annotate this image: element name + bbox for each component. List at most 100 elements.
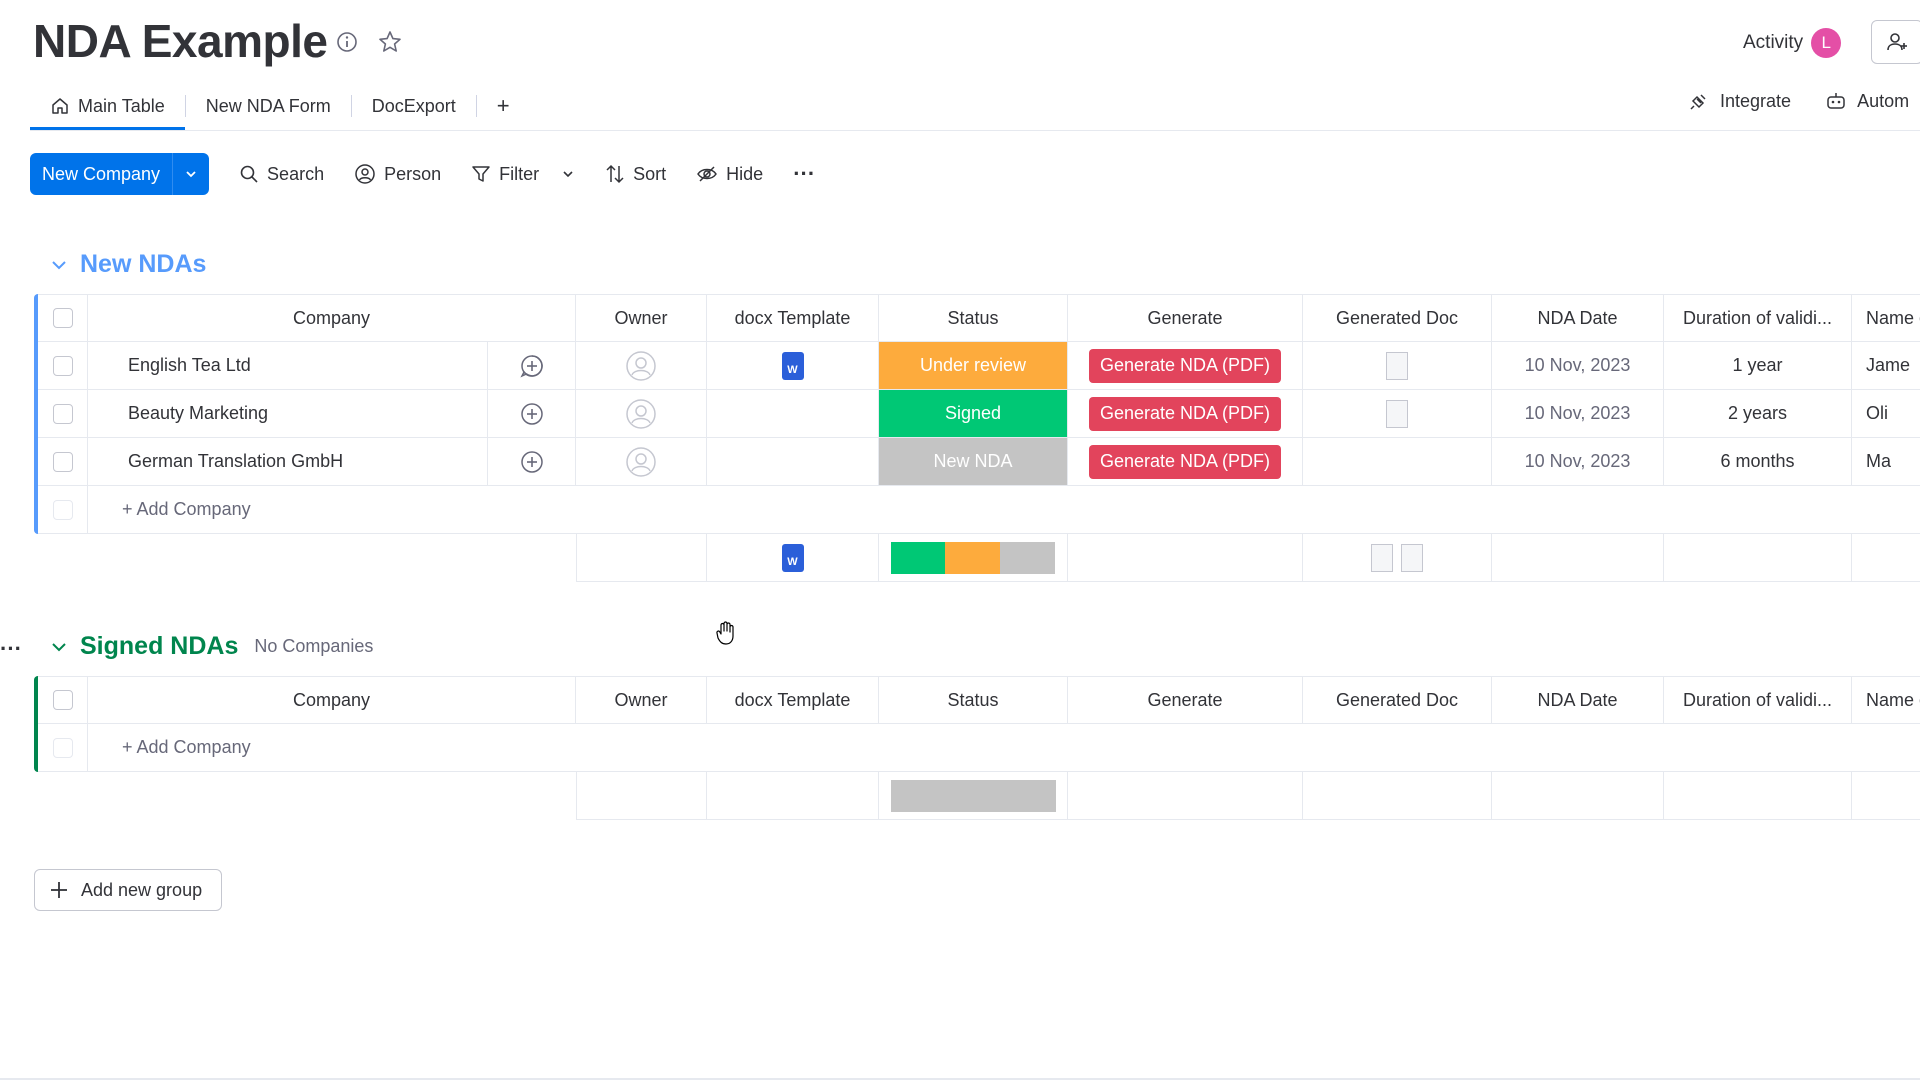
column-header-docx-template[interactable]: docx Template bbox=[707, 676, 879, 724]
column-header-company[interactable]: Company bbox=[88, 294, 576, 342]
new-company-label: New Company bbox=[42, 163, 161, 184]
row-checkbox[interactable] bbox=[52, 451, 73, 472]
column-header-nda-date[interactable]: NDA Date bbox=[1492, 294, 1664, 342]
column-header-generated-doc[interactable]: Generated Doc bbox=[1303, 294, 1492, 342]
group-menu-icon[interactable]: ··· bbox=[0, 636, 22, 662]
column-header-owner[interactable]: Owner bbox=[576, 294, 707, 342]
column-header-generated-doc[interactable]: Generated Doc bbox=[1303, 676, 1492, 724]
board-title[interactable]: NDA Example bbox=[33, 14, 328, 68]
row-checkbox[interactable] bbox=[52, 355, 73, 376]
column-header-name[interactable]: Name c bbox=[1852, 676, 1920, 724]
summary-status[interactable] bbox=[879, 534, 1068, 582]
name-cell[interactable]: Ma bbox=[1852, 438, 1920, 486]
status-cell[interactable]: Signed bbox=[879, 390, 1068, 438]
document-thumbnail-icon[interactable] bbox=[1386, 399, 1408, 428]
column-header-owner[interactable]: Owner bbox=[576, 676, 707, 724]
status-label[interactable]: Signed bbox=[879, 390, 1067, 437]
status-label[interactable]: Under review bbox=[879, 342, 1067, 389]
add-company-button[interactable]: + Add Company bbox=[88, 486, 1920, 534]
duration-cell[interactable]: 6 months bbox=[1664, 438, 1852, 486]
name-cell[interactable]: Jame bbox=[1852, 342, 1920, 390]
info-icon[interactable] bbox=[335, 30, 359, 54]
row-checkbox[interactable] bbox=[52, 403, 73, 424]
more-options-button[interactable]: ··· bbox=[793, 161, 815, 187]
column-header-company[interactable]: Company bbox=[88, 676, 576, 724]
owner-cell[interactable] bbox=[576, 390, 707, 438]
column-header-generate[interactable]: Generate bbox=[1068, 294, 1303, 342]
generate-nda-button[interactable]: Generate NDA (PDF) bbox=[1088, 348, 1282, 383]
person-filter-button[interactable]: Person bbox=[354, 163, 441, 185]
row-checkbox-cell[interactable] bbox=[38, 342, 88, 390]
docx-template-cell[interactable] bbox=[707, 390, 879, 438]
status-label[interactable]: New NDA bbox=[879, 438, 1067, 485]
owner-cell[interactable] bbox=[576, 342, 707, 390]
document-thumbnail-icon[interactable] bbox=[1371, 543, 1393, 572]
nda-date-cell[interactable]: 10 Nov, 2023 bbox=[1492, 438, 1664, 486]
docx-template-cell[interactable] bbox=[707, 438, 879, 486]
group-title[interactable]: New NDAs bbox=[80, 250, 206, 279]
generated-doc-cell[interactable] bbox=[1303, 390, 1492, 438]
generate-nda-button[interactable]: Generate NDA (PDF) bbox=[1088, 444, 1282, 479]
select-all-checkbox-cell[interactable] bbox=[38, 676, 88, 724]
company-cell[interactable]: Beauty Marketing bbox=[88, 390, 488, 438]
new-company-dropdown[interactable] bbox=[172, 153, 209, 195]
new-company-button[interactable]: New Company bbox=[30, 153, 172, 195]
add-view-button[interactable]: + bbox=[477, 86, 530, 126]
generated-doc-cell[interactable] bbox=[1303, 438, 1492, 486]
invite-members-button[interactable] bbox=[1871, 20, 1920, 64]
column-header-status[interactable]: Status bbox=[879, 676, 1068, 724]
add-update-cell[interactable] bbox=[488, 342, 576, 390]
tab-main-table[interactable]: Main Table bbox=[30, 86, 185, 130]
automate-button[interactable]: Autom bbox=[1825, 90, 1909, 112]
nda-date-cell[interactable]: 10 Nov, 2023 bbox=[1492, 390, 1664, 438]
add-update-cell[interactable] bbox=[488, 390, 576, 438]
status-distribution-bar[interactable] bbox=[890, 779, 1056, 812]
word-file-icon[interactable]: W bbox=[781, 543, 804, 572]
word-file-icon[interactable]: W bbox=[781, 351, 804, 380]
select-all-checkbox[interactable] bbox=[52, 308, 73, 328]
row-checkbox-cell[interactable] bbox=[38, 438, 88, 486]
column-header-docx-template[interactable]: docx Template bbox=[707, 294, 879, 342]
duration-cell[interactable]: 2 years bbox=[1664, 390, 1852, 438]
status-cell[interactable]: New NDA bbox=[879, 438, 1068, 486]
generate-nda-button[interactable]: Generate NDA (PDF) bbox=[1088, 396, 1282, 431]
summary-status[interactable] bbox=[879, 772, 1068, 820]
search-button[interactable]: Search bbox=[239, 164, 324, 185]
add-company-button[interactable]: + Add Company bbox=[88, 724, 1920, 772]
column-header-nda-date[interactable]: NDA Date bbox=[1492, 676, 1664, 724]
sort-button[interactable]: Sort bbox=[605, 163, 666, 185]
hide-button[interactable]: Hide bbox=[696, 164, 763, 185]
group-title[interactable]: Signed NDAs bbox=[80, 632, 238, 661]
tab-new-nda-form[interactable]: New NDA Form bbox=[186, 86, 351, 126]
company-cell[interactable]: German Translation GmbH bbox=[88, 438, 488, 486]
column-header-generate[interactable]: Generate bbox=[1068, 676, 1303, 724]
column-header-duration[interactable]: Duration of validi... bbox=[1664, 294, 1852, 342]
chevron-down-icon[interactable] bbox=[50, 638, 68, 656]
docx-template-cell[interactable]: W bbox=[707, 342, 879, 390]
status-cell[interactable]: Under review bbox=[879, 342, 1068, 390]
column-header-duration[interactable]: Duration of validi... bbox=[1664, 676, 1852, 724]
select-all-checkbox-cell[interactable] bbox=[38, 294, 88, 342]
owner-cell[interactable] bbox=[576, 438, 707, 486]
document-thumbnail-icon[interactable] bbox=[1401, 543, 1423, 572]
name-cell[interactable]: Oli bbox=[1852, 390, 1920, 438]
duration-cell[interactable]: 1 year bbox=[1664, 342, 1852, 390]
chevron-down-icon[interactable] bbox=[50, 256, 68, 274]
document-thumbnail-icon[interactable] bbox=[1386, 351, 1408, 380]
filter-button[interactable]: Filter bbox=[471, 164, 575, 185]
select-all-checkbox[interactable] bbox=[52, 690, 73, 710]
activity-button[interactable]: Activity L bbox=[1743, 28, 1842, 58]
tab-docexport[interactable]: DocExport bbox=[352, 86, 476, 126]
integrate-button[interactable]: Integrate bbox=[1688, 90, 1791, 112]
add-new-group-button[interactable]: Add new group bbox=[34, 869, 222, 911]
plus-icon bbox=[51, 882, 67, 898]
nda-date-cell[interactable]: 10 Nov, 2023 bbox=[1492, 342, 1664, 390]
column-header-name[interactable]: Name c bbox=[1852, 294, 1920, 342]
column-header-status[interactable]: Status bbox=[879, 294, 1068, 342]
company-cell[interactable]: English Tea Ltd bbox=[88, 342, 488, 390]
generated-doc-cell[interactable] bbox=[1303, 342, 1492, 390]
add-update-cell[interactable] bbox=[488, 438, 576, 486]
status-distribution-bar[interactable] bbox=[890, 541, 1056, 574]
star-icon[interactable] bbox=[378, 30, 402, 54]
row-checkbox-cell[interactable] bbox=[38, 390, 88, 438]
